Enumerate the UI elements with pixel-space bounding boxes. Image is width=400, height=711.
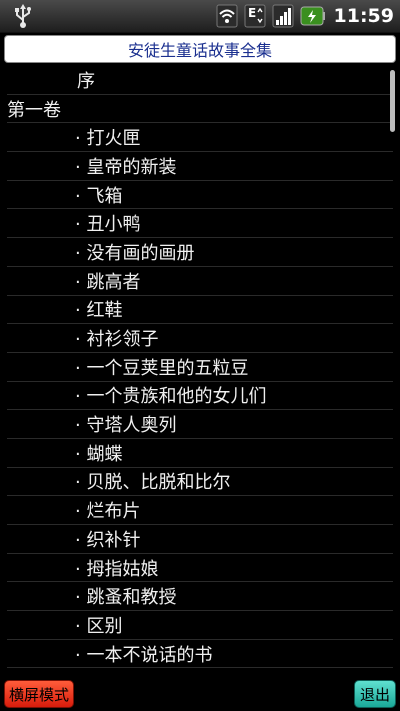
page-title: 安徒生童话故事全集 bbox=[127, 41, 272, 60]
landscape-mode-button[interactable]: 横屏模式 bbox=[4, 680, 74, 708]
list-item-label: · 一个贵族和他的女儿们 bbox=[75, 386, 267, 408]
status-icons: E 11:59 bbox=[216, 2, 394, 30]
list-item-label: · 打火匣 bbox=[75, 128, 141, 150]
toc-preface[interactable]: 序 bbox=[7, 66, 393, 95]
list-item-label: 序 bbox=[77, 70, 95, 92]
list-item[interactable]: · 跳高者 bbox=[7, 267, 393, 296]
list-item[interactable]: · 烂布片 bbox=[7, 496, 393, 525]
list-item-label: · 衬衫领子 bbox=[75, 329, 159, 351]
list-item[interactable]: · 丑小鸭 bbox=[7, 209, 393, 239]
list-item[interactable]: · 一个贵族和他的女儿们 bbox=[7, 382, 393, 411]
list-item-label: · 红鞋 bbox=[75, 300, 123, 322]
clock: 11:59 bbox=[333, 5, 394, 27]
toc-volume-1[interactable]: 第一卷 bbox=[7, 95, 393, 124]
list-item[interactable]: · 织补针 bbox=[7, 525, 393, 554]
list-item-label: · 一个豆荚里的五粒豆 bbox=[75, 357, 249, 379]
list-item-label: 第一卷 bbox=[7, 99, 61, 121]
toc-list[interactable]: 序 第一卷 · 打火匣 · 皇帝的新装 · 飞箱 · 丑小鸭 · 没有画的画册 … bbox=[0, 66, 400, 670]
list-item-label: · 烂布片 bbox=[75, 501, 141, 523]
exit-button[interactable]: 退出 bbox=[354, 680, 396, 708]
list-item-label: · 蝴蝶 bbox=[75, 443, 123, 465]
bottom-bar: 横屏模式 退出 bbox=[0, 672, 400, 711]
list-item[interactable]: · 拇指姑娘 bbox=[7, 554, 393, 583]
usb-icon bbox=[15, 4, 31, 28]
list-item[interactable]: · 贝脱、比脱和比尔 bbox=[7, 468, 393, 497]
list-item[interactable]: · 飞箱 bbox=[7, 181, 393, 210]
list-item[interactable]: · 跳蚤和教授 bbox=[7, 582, 393, 612]
list-item[interactable]: · 区别 bbox=[7, 611, 393, 640]
list-item[interactable]: · 一个豆荚里的五粒豆 bbox=[7, 353, 393, 382]
list-item-label: · 织补针 bbox=[75, 529, 141, 551]
scrollbar-thumb[interactable] bbox=[390, 70, 395, 132]
list-item-label: · 丑小鸭 bbox=[75, 214, 141, 236]
list-item-label: · 没有画的画册 bbox=[75, 242, 195, 264]
list-item-label: · 区别 bbox=[75, 615, 123, 637]
list-item[interactable]: · 打火匣 bbox=[7, 123, 393, 153]
list-item-label: · 守塔人奥列 bbox=[75, 415, 177, 437]
signal-icon bbox=[272, 4, 294, 28]
battery-icon bbox=[300, 6, 325, 26]
wifi-icon bbox=[216, 4, 238, 28]
list-item-label: · 一本不说话的书 bbox=[75, 644, 213, 666]
status-bar: E 11:59 bbox=[0, 0, 400, 33]
network-e-icon: E bbox=[244, 4, 266, 28]
list-item-label: · 跳高者 bbox=[75, 271, 141, 293]
list-item[interactable]: · 一本不说话的书 bbox=[7, 640, 393, 669]
list-item[interactable]: · 蝴蝶 bbox=[7, 439, 393, 468]
list-item[interactable]: · 没有画的画册 bbox=[7, 238, 393, 267]
svg-text:E: E bbox=[248, 6, 256, 20]
list-item-label: · 皇帝的新装 bbox=[75, 156, 177, 178]
list-item-label: · 飞箱 bbox=[75, 185, 123, 207]
list-item-label: · 贝脱、比脱和比尔 bbox=[75, 472, 231, 494]
list-item[interactable]: · 皇帝的新装 bbox=[7, 152, 393, 181]
list-item[interactable]: · 衬衫领子 bbox=[7, 324, 393, 353]
list-item-label: · 跳蚤和教授 bbox=[75, 587, 177, 609]
list-item[interactable]: · 守塔人奥列 bbox=[7, 410, 393, 439]
list-item[interactable]: · 红鞋 bbox=[7, 296, 393, 325]
list-item-label: · 拇指姑娘 bbox=[75, 558, 159, 580]
app-title-bar: 安徒生童话故事全集 bbox=[4, 35, 396, 63]
